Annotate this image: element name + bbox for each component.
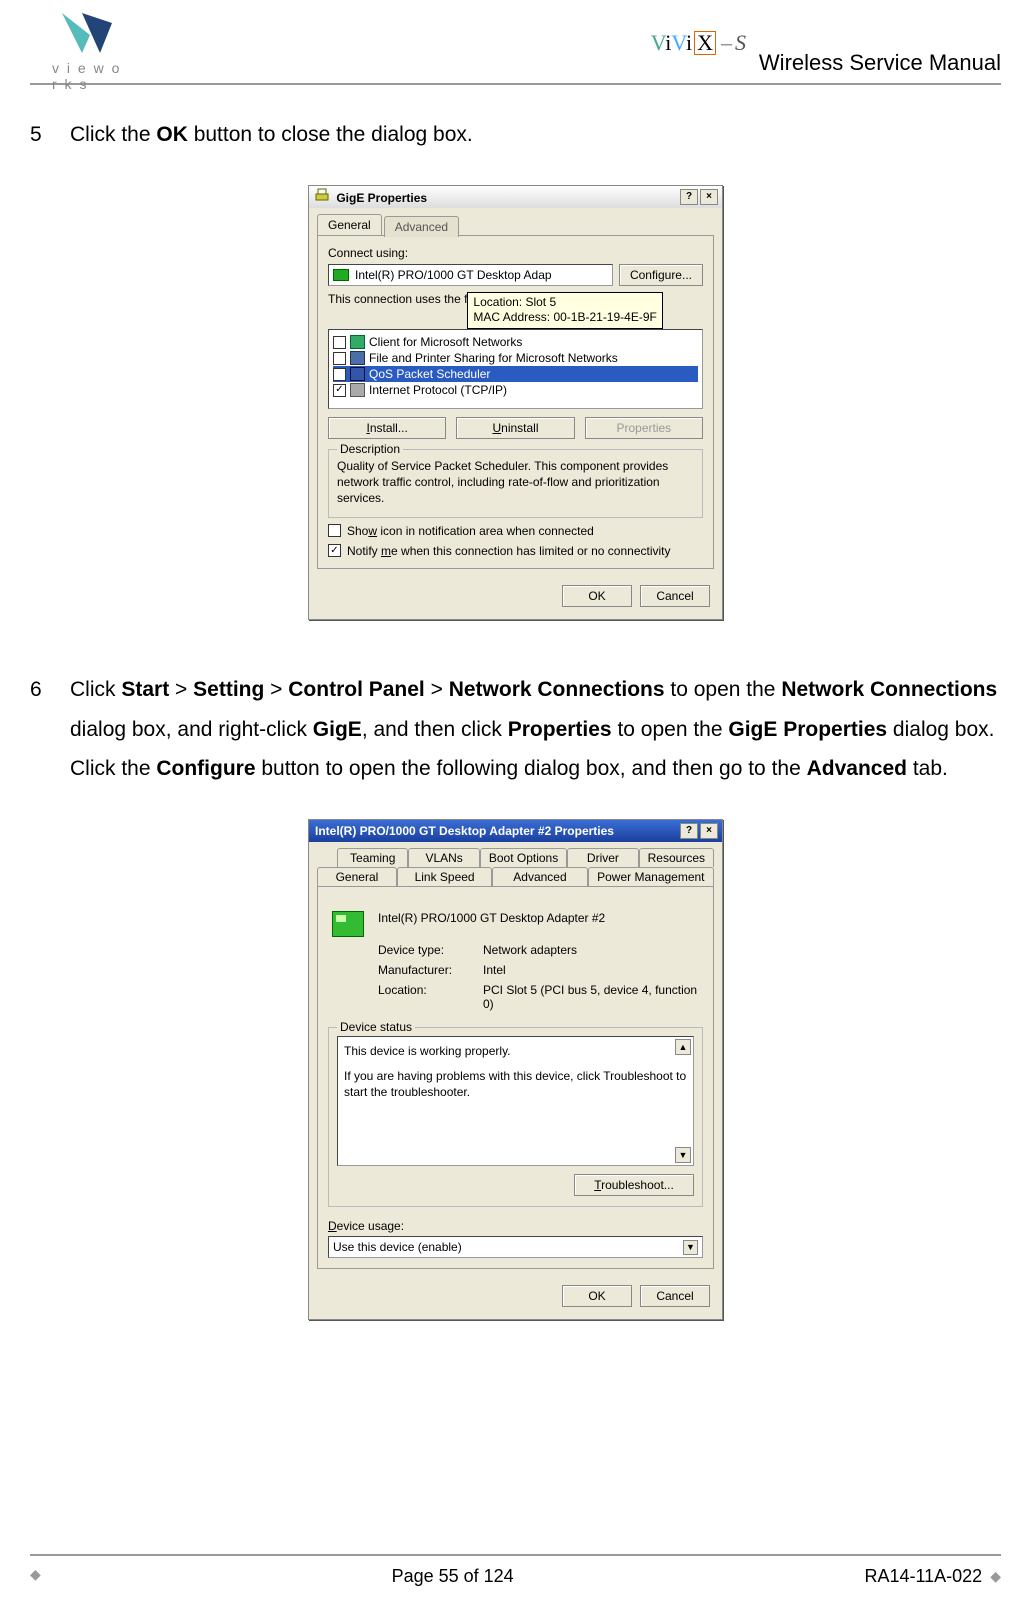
nic-icon bbox=[333, 269, 349, 281]
connect-using-label: Connect using: bbox=[328, 246, 703, 260]
checkbox-checked[interactable] bbox=[328, 544, 341, 557]
dialog-icon bbox=[315, 188, 329, 202]
page-header: v i e w o r k s ViViX–S Wireless Service… bbox=[30, 0, 1001, 85]
qos-icon bbox=[350, 367, 365, 381]
adapter-field: Intel(R) PRO/1000 GT Desktop Adap bbox=[328, 264, 613, 286]
tab-advanced[interactable]: Advanced bbox=[492, 867, 587, 886]
checkbox-checked[interactable] bbox=[333, 384, 346, 397]
adapter-tooltip: Location: Slot 5 MAC Address: 00-1B-21-1… bbox=[467, 292, 662, 329]
tab-content: Intel(R) PRO/1000 GT Desktop Adapter #2 … bbox=[317, 886, 714, 1269]
status-textarea: This device is working properly. If you … bbox=[337, 1036, 694, 1166]
title-left: GigE Properties bbox=[315, 188, 427, 205]
cancel-button[interactable]: Cancel bbox=[640, 585, 710, 607]
diamond-icon: ◆ bbox=[30, 1566, 41, 1587]
properties-button[interactable]: Properties bbox=[585, 417, 703, 439]
device-usage-select[interactable]: Use this device (enable) ▼ bbox=[328, 1236, 703, 1258]
description-text: Quality of Service Packet Scheduler. Thi… bbox=[337, 458, 694, 507]
device-status-title: Device status bbox=[337, 1020, 415, 1034]
tab-general[interactable]: General bbox=[317, 867, 397, 886]
configure-button[interactable]: Configure... bbox=[619, 264, 703, 286]
fileprint-icon bbox=[350, 351, 365, 365]
location-label: Location: bbox=[378, 983, 473, 1011]
scroll-up-icon[interactable]: ▲ bbox=[675, 1039, 691, 1055]
step-6: 6 Click Start > Setting > Control Panel … bbox=[30, 670, 1001, 790]
show-icon-row[interactable]: Show icon in notification area when conn… bbox=[328, 524, 703, 538]
cancel-button[interactable]: Cancel bbox=[640, 1285, 710, 1307]
uses-label: This connection uses the f bbox=[328, 292, 467, 306]
description-title: Description bbox=[337, 442, 403, 456]
checkbox[interactable] bbox=[328, 524, 341, 537]
ok-button[interactable]: OK bbox=[562, 1285, 632, 1307]
troubleshoot-button[interactable]: Troubleshoot... bbox=[574, 1174, 694, 1196]
checkbox[interactable] bbox=[333, 352, 346, 365]
nic-icon bbox=[332, 911, 364, 937]
close-button[interactable]: × bbox=[700, 189, 718, 205]
install-button[interactable]: IInstall...nstall... bbox=[328, 417, 446, 439]
tabs: General Advanced bbox=[317, 214, 714, 235]
page-footer: ◆ Page 55 of 124 RA14-11A-022 ◆ bbox=[30, 1554, 1001, 1587]
adapter-properties-dialog: Intel(R) PRO/1000 GT Desktop Adapter #2 … bbox=[308, 819, 723, 1320]
step-text: Click Start > Setting > Control Panel > … bbox=[70, 670, 1001, 790]
brand-logo: v i e w o r k s bbox=[52, 5, 122, 71]
client-icon bbox=[350, 335, 365, 349]
diamond-icon: ◆ bbox=[990, 1568, 1001, 1585]
tabs: Teaming VLANs Boot Options Driver Resour… bbox=[317, 848, 714, 886]
brand-name: v i e w o r k s bbox=[52, 60, 122, 92]
tab-teaming[interactable]: Teaming bbox=[337, 848, 408, 867]
page-number: Page 55 of 124 bbox=[392, 1566, 514, 1587]
content: 5 Click the OK button to close the dialo… bbox=[0, 85, 1031, 1320]
titlebar: Intel(R) PRO/1000 GT Desktop Adapter #2 … bbox=[309, 820, 722, 842]
tab-boot-options[interactable]: Boot Options bbox=[480, 848, 567, 867]
chevron-down-icon[interactable]: ▼ bbox=[683, 1240, 698, 1255]
figure-2: Intel(R) PRO/1000 GT Desktop Adapter #2 … bbox=[30, 819, 1001, 1320]
tab-content: Connect using: Intel(R) PRO/1000 GT Desk… bbox=[317, 235, 714, 569]
tab-general[interactable]: General bbox=[317, 214, 382, 235]
help-button[interactable]: ? bbox=[680, 189, 698, 205]
device-usage-label: Device usage: bbox=[328, 1219, 703, 1233]
notify-row[interactable]: Notify me when this connection has limit… bbox=[328, 544, 703, 558]
step-text: Click the OK button to close the dialog … bbox=[70, 115, 1001, 155]
list-item[interactable]: Internet Protocol (TCP/IP) bbox=[333, 382, 698, 398]
list-item[interactable]: File and Printer Sharing for Microsoft N… bbox=[333, 350, 698, 366]
help-button[interactable]: ? bbox=[680, 823, 698, 839]
close-button[interactable]: × bbox=[700, 823, 718, 839]
checkbox[interactable] bbox=[333, 336, 346, 349]
tab-advanced[interactable]: Advanced bbox=[384, 216, 459, 237]
ok-button[interactable]: OK bbox=[562, 585, 632, 607]
tab-link-speed[interactable]: Link Speed bbox=[397, 867, 492, 886]
tab-power-mgmt[interactable]: Power Management bbox=[588, 867, 714, 886]
doc-title: Wireless Service Manual bbox=[759, 50, 1001, 76]
step-number: 6 bbox=[30, 670, 70, 790]
devtype-value: Network adapters bbox=[483, 943, 703, 957]
gige-properties-dialog: GigE Properties ? × General Advanced Con… bbox=[308, 185, 723, 620]
manufacturer-value: Intel bbox=[483, 963, 703, 977]
vieworks-logo-icon bbox=[52, 5, 122, 65]
uninstall-button[interactable]: Uninstall bbox=[456, 417, 574, 439]
manufacturer-label: Manufacturer: bbox=[378, 963, 473, 977]
checkbox[interactable] bbox=[333, 368, 346, 381]
step-number: 5 bbox=[30, 115, 70, 155]
doc-number: RA14-11A-022 bbox=[864, 1566, 982, 1587]
scroll-down-icon[interactable]: ▼ bbox=[675, 1147, 691, 1163]
tcpip-icon bbox=[350, 383, 365, 397]
list-item[interactable]: Client for Microsoft Networks bbox=[333, 334, 698, 350]
titlebar: GigE Properties ? × bbox=[309, 186, 722, 208]
location-value: PCI Slot 5 (PCI bus 5, device 4, functio… bbox=[483, 983, 703, 1011]
devtype-label: Device type: bbox=[378, 943, 473, 957]
figure-1: GigE Properties ? × General Advanced Con… bbox=[30, 185, 1001, 620]
product-logo: ViViX–S bbox=[651, 30, 746, 56]
tab-driver[interactable]: Driver bbox=[567, 848, 638, 867]
step-5: 5 Click the OK button to close the dialo… bbox=[30, 115, 1001, 155]
device-status-group: Device status This device is working pro… bbox=[328, 1027, 703, 1207]
list-item-selected[interactable]: QoS Packet Scheduler bbox=[333, 366, 698, 382]
tab-vlans[interactable]: VLANs bbox=[408, 848, 479, 867]
description-group: Description Quality of Service Packet Sc… bbox=[328, 449, 703, 518]
tab-resources[interactable]: Resources bbox=[639, 848, 714, 867]
adapter-name: Intel(R) PRO/1000 GT Desktop Adapter #2 bbox=[378, 911, 703, 925]
components-list[interactable]: Client for Microsoft Networks File and P… bbox=[328, 329, 703, 409]
dialog-title: Intel(R) PRO/1000 GT Desktop Adapter #2 … bbox=[315, 824, 614, 838]
